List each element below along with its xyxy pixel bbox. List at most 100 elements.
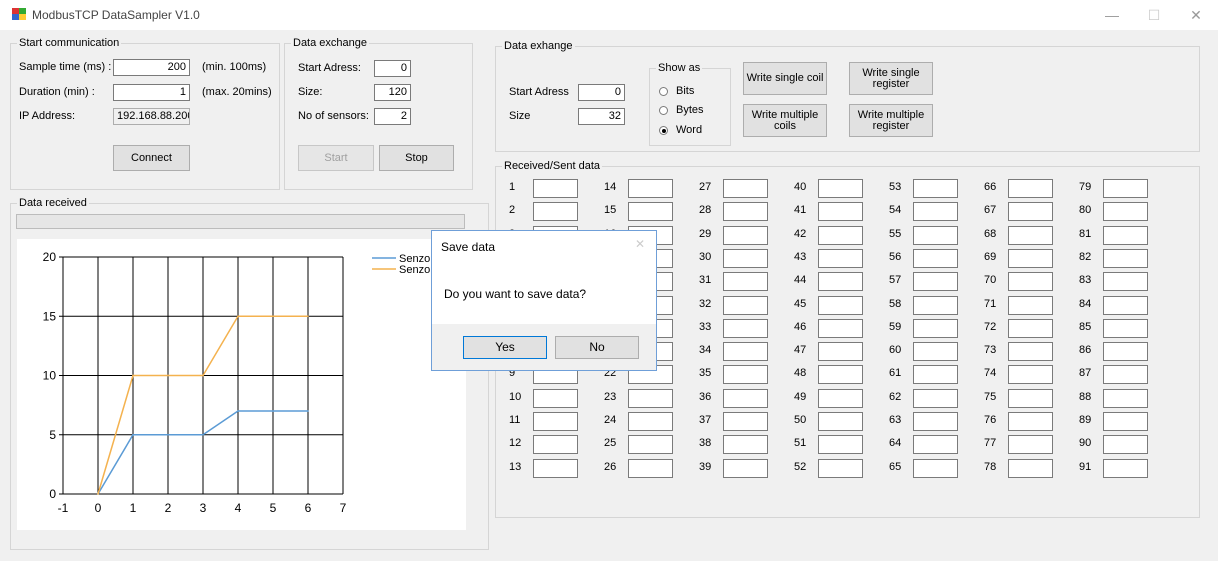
register-value-field[interactable] [818,272,863,292]
radio-word[interactable] [659,126,668,135]
duration-input[interactable]: 1 [113,84,190,101]
register-value-field[interactable] [723,342,768,362]
register-value-field[interactable] [723,248,768,268]
sensors-input[interactable]: 2 [374,108,411,125]
register-value-field[interactable] [913,272,958,292]
register-value-field[interactable] [723,318,768,338]
register-value-field[interactable] [1008,179,1053,198]
radio-bits[interactable] [659,87,668,96]
write-multiple-register-button[interactable]: Write multiple register [849,104,933,137]
register-value-field[interactable] [818,388,863,408]
register-value-field[interactable] [818,225,863,245]
register-value-field[interactable] [1008,225,1053,245]
write-multiple-coils-button[interactable]: Write multiple coils [743,104,827,137]
register-value-field[interactable] [723,202,768,222]
minimize-button[interactable]: — [1092,4,1132,26]
register-value-field[interactable] [1103,225,1148,245]
register-value-field[interactable] [1103,295,1148,315]
register-value-field[interactable] [533,458,578,478]
register-value-field[interactable] [1008,272,1053,292]
start-address-input-right[interactable]: 0 [578,84,625,101]
register-value-field[interactable] [723,435,768,455]
register-value-field[interactable] [1103,365,1148,385]
register-value-field[interactable] [1008,248,1053,268]
no-button[interactable]: No [555,336,639,359]
start-address-input[interactable]: 0 [374,60,411,77]
register-value-field[interactable] [818,295,863,315]
register-value-field[interactable] [723,295,768,315]
register-value-field[interactable] [818,318,863,338]
register-value-field[interactable] [913,295,958,315]
register-value-field[interactable] [628,435,673,455]
register-value-field[interactable] [723,225,768,245]
register-value-field[interactable] [818,365,863,385]
register-value-field[interactable] [818,248,863,268]
register-value-field[interactable] [818,412,863,431]
connect-button[interactable]: Connect [113,145,190,171]
register-value-field[interactable] [1103,318,1148,338]
register-value-field[interactable] [628,179,673,198]
ip-address-input[interactable]: 192.168.88.200 [113,108,190,125]
register-value-field[interactable] [818,202,863,222]
register-value-field[interactable] [533,179,578,198]
register-value-field[interactable] [1008,342,1053,362]
register-value-field[interactable] [913,412,958,431]
register-value-field[interactable] [1103,458,1148,478]
register-value-field[interactable] [1103,248,1148,268]
register-value-field[interactable] [1008,295,1053,315]
register-value-field[interactable] [533,202,578,222]
radio-bytes[interactable] [659,106,668,115]
register-value-field[interactable] [1103,202,1148,222]
register-value-field[interactable] [1008,388,1053,408]
write-single-register-button[interactable]: Write single register [849,62,933,95]
register-value-field[interactable] [723,272,768,292]
maximize-button[interactable]: ☐ [1134,4,1174,26]
register-value-field[interactable] [1008,318,1053,338]
register-value-field[interactable] [1008,365,1053,385]
register-value-field[interactable] [913,388,958,408]
register-value-field[interactable] [1103,412,1148,431]
register-value-field[interactable] [913,458,958,478]
register-value-field[interactable] [818,342,863,362]
register-value-field[interactable] [913,248,958,268]
register-value-field[interactable] [913,318,958,338]
register-value-field[interactable] [1103,388,1148,408]
register-value-field[interactable] [723,458,768,478]
register-value-field[interactable] [913,179,958,198]
register-value-field[interactable] [1008,435,1053,455]
write-single-coil-button[interactable]: Write single coil [743,62,827,95]
register-value-field[interactable] [1008,412,1053,431]
close-button[interactable]: ✕ [1176,4,1216,26]
register-value-field[interactable] [723,179,768,198]
register-value-field[interactable] [1008,202,1053,222]
register-value-field[interactable] [913,202,958,222]
size-input-right[interactable]: 32 [578,108,625,125]
register-value-field[interactable] [818,458,863,478]
size-input[interactable]: 120 [374,84,411,101]
register-value-field[interactable] [1103,435,1148,455]
register-value-field[interactable] [533,412,578,431]
register-value-field[interactable] [628,412,673,431]
register-value-field[interactable] [913,435,958,455]
register-value-field[interactable] [1103,342,1148,362]
register-value-field[interactable] [533,388,578,408]
register-value-field[interactable] [913,225,958,245]
sample-time-input[interactable]: 200 [113,59,190,76]
stop-button[interactable]: Stop [379,145,454,171]
register-value-field[interactable] [1103,179,1148,198]
register-value-field[interactable] [1103,272,1148,292]
register-value-field[interactable] [628,388,673,408]
start-button[interactable]: Start [298,145,374,171]
register-value-field[interactable] [533,435,578,455]
register-value-field[interactable] [818,179,863,198]
register-value-field[interactable] [913,342,958,362]
register-value-field[interactable] [818,435,863,455]
yes-button[interactable]: Yes [463,336,547,359]
dialog-close-icon[interactable]: ✕ [635,237,645,251]
register-value-field[interactable] [628,458,673,478]
register-value-field[interactable] [723,412,768,431]
register-value-field[interactable] [723,365,768,385]
register-value-field[interactable] [628,202,673,222]
register-value-field[interactable] [913,365,958,385]
register-value-field[interactable] [723,388,768,408]
